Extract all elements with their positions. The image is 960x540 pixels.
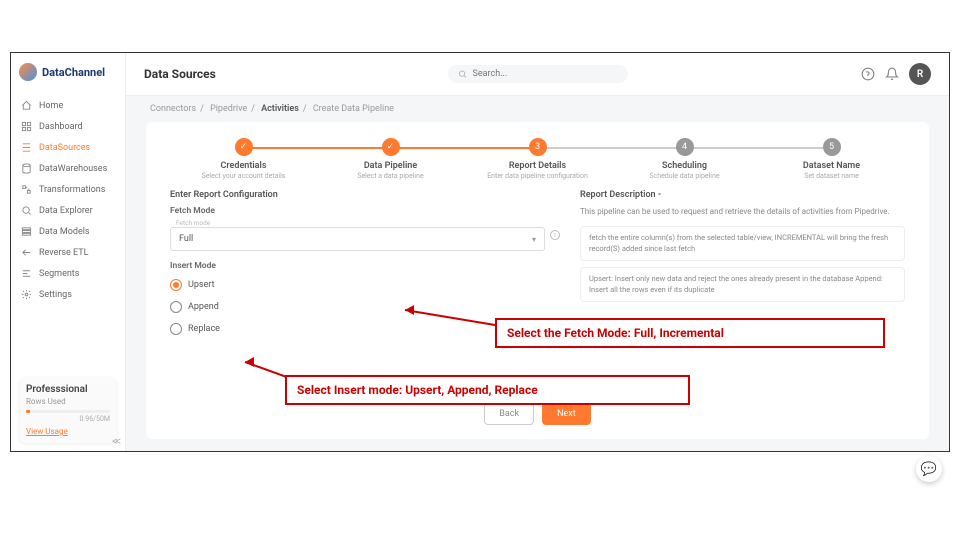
crumb-create: Create Data Pipeline: [313, 104, 394, 114]
step-data-pipeline[interactable]: ✓Data PipelineSelect a data pipeline: [317, 138, 464, 180]
logo-icon: [19, 63, 37, 81]
sidebar-item-data-models[interactable]: Data Models: [11, 221, 125, 242]
next-button[interactable]: Next: [542, 403, 591, 425]
bell-icon[interactable]: [885, 67, 899, 81]
sidebar-item-segments[interactable]: Segments: [11, 263, 125, 284]
help-icon[interactable]: [861, 67, 875, 81]
fetch-mode-value: Full: [179, 234, 193, 244]
sidebar-item-datawarehouses[interactable]: DataWarehouses: [11, 158, 125, 179]
crumb-activities[interactable]: Activities: [261, 104, 299, 114]
sidebar-item-data-explorer[interactable]: Data Explorer: [11, 200, 125, 221]
insert-mode-label: Insert Mode: [170, 261, 560, 271]
insert-mode-append[interactable]: Append: [170, 296, 560, 318]
brand-logo: DataChannel: [11, 53, 125, 91]
chat-fab-icon[interactable]: 💬: [916, 456, 942, 482]
sidebar-item-home[interactable]: Home: [11, 95, 125, 116]
step-credentials[interactable]: ✓CredentialsSelect your account details: [170, 138, 317, 180]
breadcrumb: Connectors/ Pipedrive/ Activities/ Creat…: [126, 96, 949, 122]
crumb-pipedrive[interactable]: Pipedrive: [210, 104, 247, 114]
sidebar-nav: Home Dashboard DataSources DataWarehouse…: [11, 91, 125, 309]
chevron-down-icon: ▾: [532, 235, 536, 244]
plan-section: Professsional Rows Used 0.96/50M View Us…: [11, 369, 125, 451]
step-scheduling[interactable]: 4SchedulingSchedule data pipeline: [611, 138, 758, 180]
fetch-mode-hint: Fetch mode: [176, 219, 545, 227]
report-box-insert: Upsert: Insert only new data and reject …: [580, 267, 905, 302]
stepper: ✓CredentialsSelect your account details …: [170, 134, 905, 190]
topbar: Data Sources R: [126, 53, 949, 96]
fetch-mode-select[interactable]: Full ▾: [170, 227, 545, 251]
page-title: Data Sources: [144, 67, 216, 81]
search-icon: [458, 69, 467, 79]
sidebar-item-reverse-etl[interactable]: Reverse ETL: [11, 242, 125, 263]
section-title: Enter Report Configuration: [170, 190, 560, 200]
fetch-mode-label: Fetch Mode: [170, 206, 560, 216]
insert-mode-upsert[interactable]: Upsert: [170, 274, 560, 296]
info-icon[interactable]: i: [550, 230, 560, 240]
annotation-fetch-mode: Select the Fetch Mode: Full, Incremental: [495, 318, 885, 348]
search-input[interactable]: [473, 69, 619, 79]
avatar[interactable]: R: [909, 63, 931, 85]
step-report-details[interactable]: 3Report DetailsEnter data pipeline confi…: [464, 138, 611, 180]
plan-rows-label: Rows Used: [26, 397, 110, 406]
back-button[interactable]: Back: [484, 403, 534, 425]
search-box[interactable]: [448, 65, 628, 83]
report-box-fetch: fetch the entire column(s) from the sele…: [580, 226, 905, 261]
sidebar-item-dashboard[interactable]: Dashboard: [11, 116, 125, 137]
sidebar-item-datasources[interactable]: DataSources: [11, 137, 125, 158]
plan-tier: Professsional: [26, 384, 110, 395]
report-summary: This pipeline can be used to request and…: [580, 206, 905, 218]
annotation-insert-mode: Select Insert mode: Upsert, Append, Repl…: [285, 375, 690, 405]
brand-text: DataChannel: [42, 66, 105, 79]
report-heading: Report Description -: [580, 190, 905, 200]
plan-usage: 0.96/50M: [26, 415, 110, 423]
sidebar-item-transformations[interactable]: Transformations: [11, 179, 125, 200]
step-dataset-name[interactable]: 5Dataset NameSet dataset name: [758, 138, 905, 180]
crumb-connectors[interactable]: Connectors: [150, 104, 196, 114]
sidebar-item-settings[interactable]: Settings: [11, 284, 125, 305]
view-usage-link[interactable]: View Usage: [26, 427, 110, 436]
collapse-sidebar-icon[interactable]: ≪: [112, 437, 121, 447]
sidebar: DataChannel Home Dashboard DataSources D…: [11, 53, 126, 451]
